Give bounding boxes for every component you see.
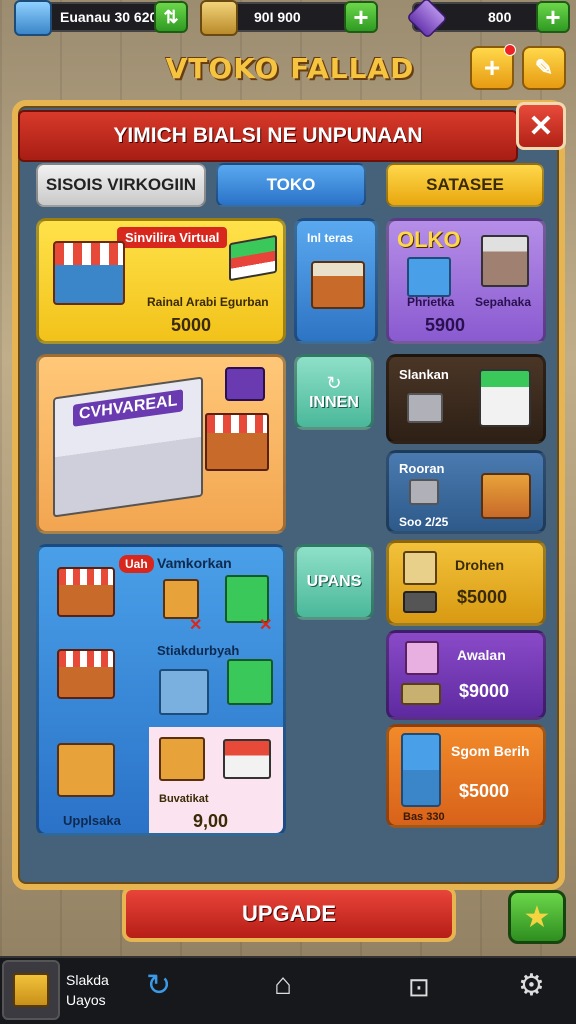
card-price: $5000 bbox=[459, 781, 510, 801]
gear-icon[interactable]: ⚙ bbox=[518, 968, 545, 1003]
card-rooran[interactable]: Rooran Soo 2/25 bbox=[386, 450, 546, 534]
card-item-1: Phrietka bbox=[407, 295, 455, 309]
card-price: 9,00 bbox=[193, 811, 229, 831]
produce-cart-icon bbox=[481, 473, 531, 519]
card-mid-label: Stiakdurbyah bbox=[157, 643, 240, 658]
card-caption: Bas 330 bbox=[403, 811, 445, 823]
card-label: INNEN bbox=[309, 393, 359, 411]
shop-building-icon bbox=[311, 261, 365, 309]
inbox-icon[interactable]: ⊡ bbox=[408, 972, 430, 1003]
resource-3-value: 800 bbox=[488, 9, 512, 25]
storefront-icon bbox=[53, 241, 125, 305]
tab-toko[interactable]: TOKO bbox=[216, 163, 366, 207]
vending-machine-icon bbox=[163, 579, 199, 619]
card-store-diorama[interactable]: CVHVAREAL bbox=[36, 354, 286, 534]
card-slankan[interactable]: Slankan bbox=[386, 354, 546, 444]
gift-box-icon bbox=[405, 641, 439, 675]
box-icon bbox=[13, 973, 49, 1007]
crate-icon bbox=[409, 479, 439, 505]
card-item-2: Sepahaka bbox=[475, 295, 532, 309]
card-store-virtual[interactable]: Sinvilira Virtual Rainal Arabi Egurban 5… bbox=[36, 218, 286, 344]
card-interas[interactable]: Inl teras bbox=[294, 218, 378, 344]
market-stall-icon bbox=[205, 413, 269, 471]
dolly-icon bbox=[403, 591, 437, 613]
card-title: OLKO bbox=[397, 227, 461, 252]
card-caption: Soo 2/25 bbox=[399, 515, 449, 529]
card-vamkorkan[interactable]: Uah Vamkorkan Upplsaka ✕ ✕ Stiakdurbyah … bbox=[36, 544, 286, 836]
top-resource-bar: Euanau 30 620 ⇅ 90I 900 + 800 + bbox=[0, 0, 576, 40]
refresh-icon: ↻ bbox=[326, 372, 342, 393]
vending-box-icon bbox=[407, 393, 443, 423]
card-title: Slankan bbox=[399, 367, 449, 382]
card-label-1: Upplsaka bbox=[63, 813, 121, 828]
resource-1-value: Euanau 30 620 bbox=[60, 9, 158, 25]
resource-1-convert-button[interactable]: ⇅ bbox=[154, 1, 188, 33]
resource-3-add-button[interactable]: + bbox=[536, 1, 570, 33]
resource-2-value: 90I 900 bbox=[254, 9, 301, 25]
card-title: Sgom Berih bbox=[451, 743, 530, 759]
home-icon[interactable]: ⌂ bbox=[274, 968, 292, 1002]
stall-icon bbox=[229, 234, 277, 282]
shopping-cart-icon bbox=[159, 669, 209, 715]
close-button[interactable]: ✕ bbox=[516, 102, 566, 150]
resource-counter-1: Euanau 30 620 ⇅ bbox=[14, 0, 188, 36]
counter-icon bbox=[223, 739, 271, 779]
card-drohen[interactable]: Drohen $5000 bbox=[386, 540, 546, 626]
card-olko[interactable]: OLKO Phrietka Sepahaka 5900 bbox=[386, 218, 546, 344]
profile-button[interactable] bbox=[2, 960, 60, 1020]
package-icon bbox=[57, 743, 115, 797]
cart-tower-icon bbox=[401, 733, 441, 807]
tag-icon[interactable]: ✎ bbox=[522, 46, 566, 90]
display-case-icon bbox=[407, 257, 451, 297]
card-price: 5000 bbox=[171, 315, 212, 335]
profile-line-2: Uayos bbox=[66, 992, 106, 1008]
basket-icon bbox=[159, 737, 205, 781]
add-button[interactable]: + bbox=[470, 44, 516, 90]
card-price: 5900 bbox=[425, 315, 466, 335]
locked-slot: Buvatikat 9,00 bbox=[149, 727, 283, 833]
crate-icon bbox=[403, 551, 437, 585]
storage-box-icon bbox=[481, 235, 529, 287]
remove-icon[interactable]: ✕ bbox=[259, 615, 272, 635]
card-label-2: Buvatikat bbox=[159, 793, 209, 805]
notification-badge bbox=[504, 44, 516, 56]
fridge-display-icon bbox=[479, 369, 531, 427]
upgrade-button[interactable]: UPGADE bbox=[122, 886, 456, 942]
tab-satasee[interactable]: SATASEE bbox=[386, 163, 544, 207]
refresh-icon[interactable]: ↻ bbox=[146, 968, 171, 1003]
fridge-icon bbox=[227, 659, 273, 705]
card-title: Awalan bbox=[457, 647, 506, 663]
card-sgom[interactable]: Sgom Berih $5000 Bas 330 bbox=[386, 724, 546, 828]
card-price: $5000 bbox=[457, 587, 508, 607]
neon-sign-icon bbox=[225, 367, 265, 401]
card-price: $9000 bbox=[459, 681, 510, 701]
game-title: VTOKO FALLAD bbox=[165, 52, 415, 85]
card-upans[interactable]: UPANS bbox=[294, 544, 374, 620]
star-icon[interactable]: ★ bbox=[508, 890, 566, 944]
resource-counter-3: 800 + bbox=[406, 0, 570, 39]
card-awalan[interactable]: Awalan $9000 bbox=[386, 630, 546, 720]
gem-icon bbox=[406, 0, 448, 39]
profile-line-1: Slakda bbox=[66, 972, 109, 988]
card-badge: Sinvilira Virtual bbox=[117, 227, 228, 248]
card-title: Drohen bbox=[455, 557, 504, 573]
card-title: Inl teras bbox=[307, 231, 354, 245]
tab-sisois[interactable]: SISOIS VIRKOGIIN bbox=[36, 163, 206, 207]
shop-icon-1 bbox=[57, 567, 115, 617]
card-caption: Rainal Arabi Egurban bbox=[147, 295, 269, 309]
upgrade-slot-group-1: ✕ ✕ bbox=[149, 565, 283, 655]
resource-counter-2: 90I 900 + bbox=[200, 0, 378, 36]
card-label: UPANS bbox=[306, 573, 362, 590]
remove-icon[interactable]: ✕ bbox=[189, 615, 202, 635]
pallet-icon bbox=[401, 683, 441, 705]
card-title: Rooran bbox=[399, 461, 445, 476]
cash-register-icon bbox=[14, 0, 52, 36]
panel-header: YIMICH BIALSI NE UNPUNAAN bbox=[18, 110, 518, 162]
card-innen[interactable]: ↻ INNEN bbox=[294, 354, 374, 430]
cash-bundle-icon bbox=[200, 0, 238, 36]
shop-icon-2 bbox=[57, 649, 115, 699]
resource-2-add-button[interactable]: + bbox=[344, 1, 378, 33]
